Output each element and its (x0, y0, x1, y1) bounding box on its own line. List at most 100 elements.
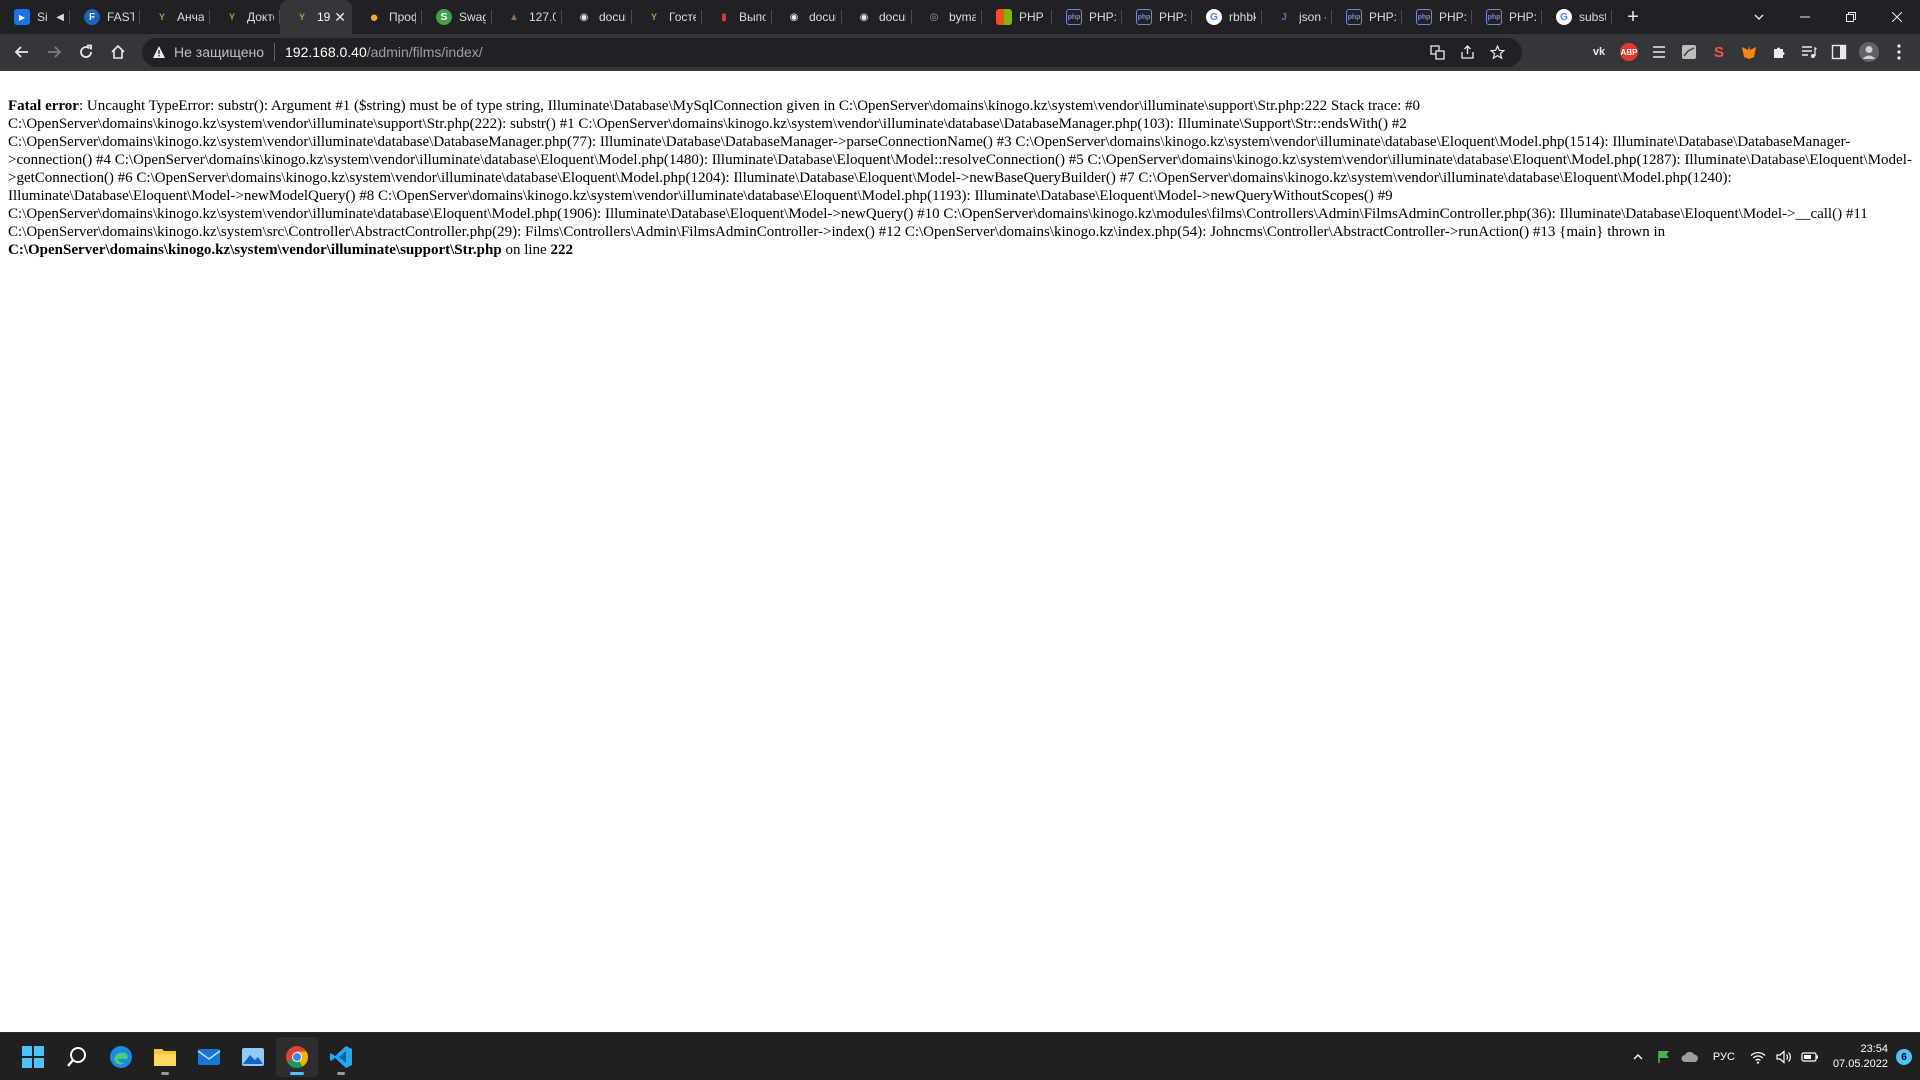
page-content: Fatal error: Uncaught TypeError: substr(… (0, 71, 1920, 1032)
onedrive-cloud-icon[interactable] (1677, 1037, 1703, 1077)
browser-tab[interactable]: php PHP: s (1472, 0, 1542, 34)
translate-icon[interactable] (1422, 38, 1452, 67)
warning-icon[interactable] (152, 45, 166, 59)
yii-icon: Y (650, 12, 657, 22)
browser-tab[interactable]: Gsubst (1542, 0, 1612, 34)
close-window-button[interactable] (1874, 0, 1920, 34)
browser-tab[interactable]: Jjson - (1262, 0, 1332, 34)
tab-title: Госте (669, 10, 696, 24)
vk-extension-icon[interactable]: vk (1584, 36, 1614, 68)
start-button[interactable] (12, 1037, 54, 1077)
volume-icon[interactable] (1771, 1037, 1797, 1077)
chevron-down-icon (1754, 14, 1764, 20)
reload-icon (80, 44, 92, 58)
browser-tab[interactable]: ▲ 127.0. (492, 0, 562, 34)
forward-button[interactable] (38, 36, 70, 68)
list-extension-icon[interactable] (1644, 36, 1674, 68)
tab-title: docur (809, 10, 836, 24)
browser-tab[interactable]: F FASTP (70, 0, 140, 34)
browser-tab[interactable]: ● Проф (352, 0, 422, 34)
browser-tab[interactable]: php PHP: I (1122, 0, 1192, 34)
github-icon: ◉ (579, 11, 589, 23)
browser-tab[interactable]: Y Госте (632, 0, 702, 34)
edge-browser-button[interactable] (100, 1037, 142, 1077)
php-icon: php (1136, 9, 1152, 25)
chevron-up-icon (1633, 1054, 1643, 1060)
browser-tab[interactable]: ▶ Si ◀ (0, 0, 70, 34)
notification-badge[interactable]: 6 (1896, 1049, 1912, 1065)
adblock-icon[interactable]: ABP (1614, 36, 1644, 68)
show-hidden-icons-button[interactable] (1625, 1037, 1651, 1077)
browser-tab[interactable]: ◉ docur (842, 0, 912, 34)
wifi-icon[interactable] (1745, 1037, 1771, 1077)
file-explorer-button[interactable] (144, 1037, 186, 1077)
browser-tab[interactable]: ■ PHP I (982, 0, 1052, 34)
browser-tab[interactable]: ◉ docur (562, 0, 632, 34)
side-panel-icon[interactable] (1824, 36, 1854, 68)
screenshot-extension-icon[interactable] (1674, 36, 1704, 68)
browser-tab[interactable]: S Swag (422, 0, 492, 34)
browser-tab[interactable]: ◎ byma (912, 0, 982, 34)
input-language[interactable]: РУС (1713, 1051, 1735, 1063)
flag-icon[interactable] (1651, 1037, 1677, 1077)
browser-tab[interactable]: ▮ Выпо (702, 0, 772, 34)
url-path[interactable]: /admin/films/index/ (367, 44, 483, 60)
browser-tab[interactable]: php PHP: I (1052, 0, 1122, 34)
restore-button[interactable] (1828, 0, 1874, 34)
browser-tab[interactable]: ◉ docur (772, 0, 842, 34)
photos-icon (242, 1048, 264, 1066)
search-button[interactable] (56, 1037, 98, 1077)
tab-title: PHP: I (1089, 10, 1116, 24)
speaker-icon[interactable]: ◀ (56, 12, 64, 23)
tab-title: Выпо (739, 10, 766, 24)
photos-button[interactable] (232, 1037, 274, 1077)
tab-title: 19 (317, 10, 331, 24)
browser-tab[interactable]: Y Докто (210, 0, 280, 34)
arrow-right-icon (48, 46, 62, 58)
mail-button[interactable] (188, 1037, 230, 1077)
vscode-button[interactable] (320, 1037, 362, 1077)
chrome-button[interactable] (276, 1037, 318, 1077)
reload-button[interactable] (70, 36, 102, 68)
tab-search-button[interactable] (1736, 0, 1782, 34)
system-tray: РУС 23:54 07.05.2022 6 (1625, 1037, 1912, 1077)
browser-tab[interactable]: Y 19 ✕ (280, 0, 352, 34)
coin-icon: ● (369, 8, 379, 26)
restore-icon (1846, 12, 1856, 22)
github-icon: ◉ (789, 11, 799, 23)
browser-tab[interactable]: php PHP: j (1332, 0, 1402, 34)
tab-strip-drag-area[interactable] (1650, 0, 1736, 34)
battery-icon[interactable] (1797, 1037, 1823, 1077)
s-extension-icon[interactable]: S (1704, 36, 1734, 68)
address-bar[interactable]: Не защищено 192.168.0.40/admin/films/ind… (142, 37, 1522, 67)
share-icon[interactable] (1452, 38, 1482, 67)
new-tab-button[interactable]: + (1616, 0, 1650, 34)
url-host[interactable]: 192.168.0.40 (285, 44, 367, 60)
browser-tab[interactable]: Grbhbk (1192, 0, 1262, 34)
minimize-icon (1800, 16, 1810, 18)
tab-title: PHP: I (1439, 10, 1466, 24)
back-button[interactable] (6, 36, 38, 68)
clock[interactable]: 23:54 07.05.2022 (1833, 1042, 1888, 1072)
bookmark-star-icon[interactable] (1482, 38, 1512, 67)
home-button[interactable] (102, 36, 134, 68)
tab-title: 127.0. (529, 10, 556, 24)
profile-avatar[interactable] (1854, 36, 1884, 68)
metamask-icon[interactable] (1734, 36, 1764, 68)
close-icon (1892, 12, 1902, 22)
yii-icon: Y (158, 12, 165, 22)
browser-tab[interactable]: Y Анчар (140, 0, 210, 34)
yii-icon: Y (298, 12, 305, 22)
minimize-button[interactable] (1782, 0, 1828, 34)
tab-title: rbhbk (1229, 10, 1256, 24)
media-control-icon[interactable] (1794, 36, 1824, 68)
close-tab-icon[interactable]: ✕ (334, 9, 346, 26)
tab-title: Докто (247, 10, 274, 24)
browser-toolbar: Не защищено 192.168.0.40/admin/films/ind… (0, 34, 1920, 71)
github-icon: ◉ (859, 11, 869, 23)
security-label[interactable]: Не защищено (174, 44, 264, 60)
extensions-puzzle-icon[interactable] (1764, 36, 1794, 68)
browser-tab[interactable]: php PHP: I (1402, 0, 1472, 34)
browser-menu-button[interactable] (1884, 36, 1914, 68)
tab-title: PHP I (1019, 10, 1046, 24)
